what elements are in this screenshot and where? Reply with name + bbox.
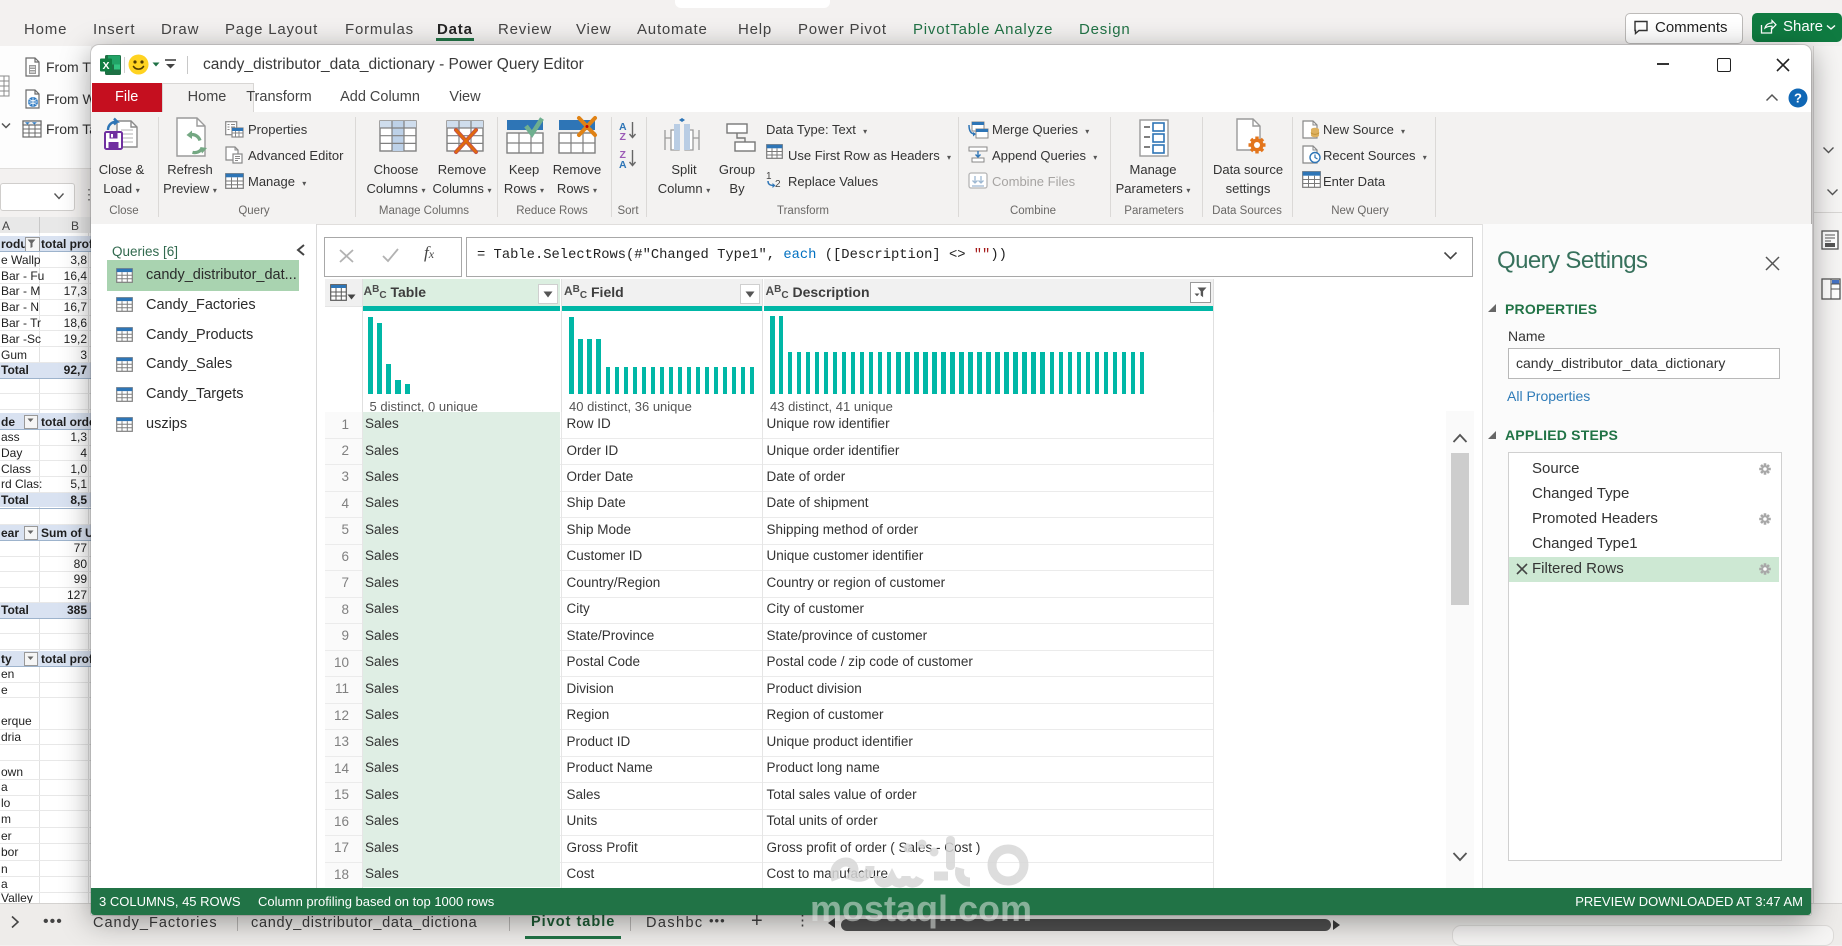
svg-text:X: X [102,60,109,72]
svg-text:Z: Z [620,131,627,143]
svg-text:1: 1 [766,171,772,182]
svg-text:2: 2 [775,179,781,190]
svg-text:?: ? [1794,91,1802,106]
svg-text:A: A [619,159,627,171]
